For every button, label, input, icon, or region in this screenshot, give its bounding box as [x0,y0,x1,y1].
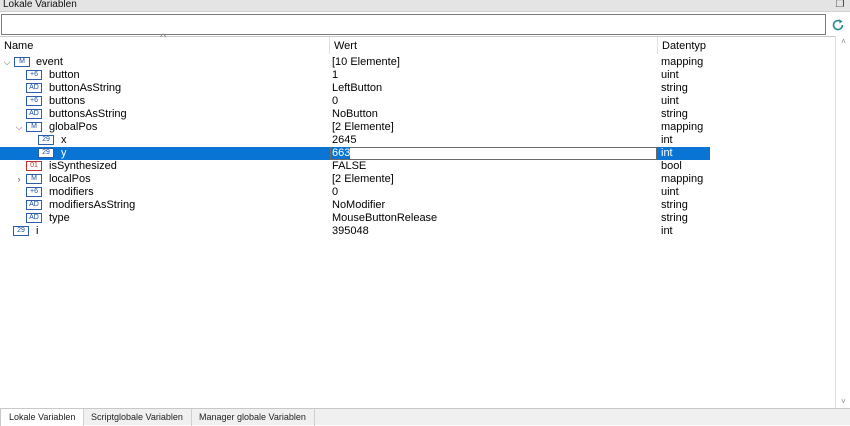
string-type-icon: AD [26,109,42,119]
row-value: [2 Elemente] [332,121,394,133]
tree-header: ^ Name Wert Datentyp [0,32,836,54]
row-name: localPos [49,173,91,185]
uint-type-icon: +6 [26,187,42,197]
filter-bar [0,13,850,35]
tree-row-localPos[interactable]: › M localPos [2 Elemente] mapping [0,173,710,186]
mapping-type-icon: M [26,122,42,132]
row-type: uint [661,69,679,81]
int-type-icon: 29 [38,135,54,145]
row-name: modifiersAsString [49,199,136,211]
row-value: 0 [332,186,339,198]
row-name: i [36,225,39,237]
int-type-icon: 29 [13,226,29,236]
scroll-down-icon[interactable]: ˅ [836,396,850,408]
column-header-value[interactable]: Wert [330,37,658,54]
row-name: event [36,56,63,68]
mapping-type-icon: M [14,57,30,67]
bottom-tabs: Lokale Variablen Scriptglobale Variablen… [0,408,850,426]
tree-row-button[interactable]: +6 button 1 uint [0,69,710,82]
tree-row-buttonsAsString[interactable]: AD buttonsAsString NoButton string [0,108,710,121]
tree-row-type[interactable]: AD type MouseButtonRelease string [0,212,710,225]
string-type-icon: AD [26,213,42,223]
column-header-name[interactable]: Name [0,37,330,54]
vertical-scrollbar[interactable]: ˄ ˅ [835,36,850,408]
row-value: 395048 [332,225,369,237]
uint-type-icon: +6 [26,70,42,80]
row-name: isSynthesized [49,160,117,172]
panel-title: Lokale Variablen [3,0,77,10]
row-type: mapping [661,121,704,133]
row-type: string [661,82,688,94]
tree-row-event[interactable]: ⌵ M event [10 Elemente] mapping [0,56,710,69]
tab-scriptglobale-variablen[interactable]: Scriptglobale Variablen [83,409,192,426]
selected-value-text: 663 [331,147,351,159]
expand-down-icon[interactable]: ⌵ [14,121,24,134]
refresh-icon[interactable] [829,16,847,34]
tree-row-globalPos[interactable]: ⌵ M globalPos [2 Elemente] mapping [0,121,710,134]
tab-lokale-variablen[interactable]: Lokale Variablen [0,409,85,426]
row-value: 2645 [332,134,357,146]
tree-row-x[interactable]: 29 x 2645 int [0,134,710,147]
variables-tree: ^ Name Wert Datentyp ⌵ M event [10 Eleme… [0,32,850,408]
row-type: bool [661,160,682,172]
row-name: y [61,147,67,159]
row-value: 0 [332,95,339,107]
row-name: buttonsAsString [49,108,127,120]
row-type: int [661,134,673,146]
scroll-up-icon[interactable]: ˄ [836,36,850,48]
tree-row-buttonAsString[interactable]: AD buttonAsString LeftButton string [0,82,710,95]
filter-input[interactable] [1,14,826,35]
mapping-type-icon: M [26,174,42,184]
row-type: string [661,199,688,211]
row-value: MouseButtonRelease [332,212,438,224]
tree-row-modifiersAsString[interactable]: AD modifiersAsString NoModifier string [0,199,710,212]
row-type: string [661,212,688,224]
row-type: uint [661,95,679,107]
row-type: int [661,225,673,237]
row-value: LeftButton [332,82,383,94]
tab-manager-globale-variablen[interactable]: Manager globale Variablen [191,409,315,426]
expand-down-icon[interactable]: ⌵ [2,56,12,69]
string-type-icon: AD [26,83,42,93]
row-type: mapping [661,56,704,68]
tree-row-i[interactable]: 29 i 395048 int [0,225,710,238]
row-value: [10 Elemente] [332,56,400,68]
row-type: mapping [661,173,704,185]
row-name: button [49,69,80,81]
string-type-icon: AD [26,200,42,210]
row-type: string [661,108,688,120]
tree-row-modifiers[interactable]: +6 modifiers 0 uint [0,186,710,199]
int-type-icon: 29 [38,148,54,158]
row-type: int [661,147,673,159]
panel-titlebar: Lokale Variablen ❐ [0,0,850,12]
row-value: 1 [332,69,339,81]
row-name: type [49,212,70,224]
tree-row-isSynthesized[interactable]: 01 isSynthesized FALSE bool [0,160,710,173]
row-value: FALSE [332,160,367,172]
row-name: modifiers [49,186,94,198]
row-name: buttonAsString [49,82,122,94]
restore-icon[interactable]: ❐ [834,0,846,11]
row-name: buttons [49,95,86,107]
uint-type-icon: +6 [26,96,42,106]
tree-row-y[interactable]: 29 y 663 int [0,147,710,160]
tree-row-buttons[interactable]: +6 buttons 0 uint [0,95,710,108]
row-value: [2 Elemente] [332,173,394,185]
row-name: x [61,134,67,146]
row-value: NoButton [332,108,378,120]
column-header-type[interactable]: Datentyp [658,37,710,54]
row-type: uint [661,186,679,198]
expand-right-icon[interactable]: › [14,173,24,186]
row-value: NoModifier [332,199,386,211]
value-edit-field[interactable]: 663 [330,147,657,160]
bool-type-icon: 01 [26,161,42,171]
row-name: globalPos [49,121,98,133]
